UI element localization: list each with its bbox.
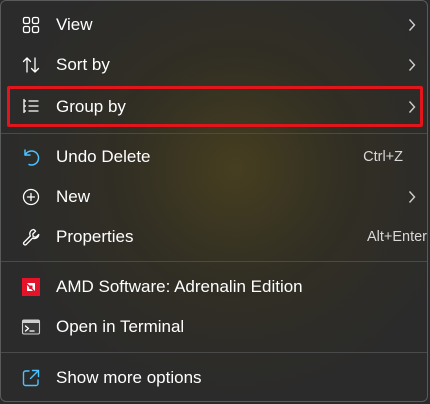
menu-item-label: View xyxy=(56,15,93,34)
sort-arrows-icon xyxy=(22,57,40,73)
menu-item-show-more-options[interactable]: Show more options xyxy=(7,359,423,397)
menu-item-view[interactable]: View xyxy=(7,6,423,44)
context-menu: View Sort by Group by Undo Delete Ctrl+Z… xyxy=(0,0,428,402)
menu-item-label: Open in Terminal xyxy=(56,317,185,336)
wrench-icon xyxy=(22,228,40,246)
terminal-icon xyxy=(21,319,41,335)
menu-item-properties[interactable]: Properties Alt+Enter xyxy=(7,218,427,256)
chevron-right-icon xyxy=(408,191,416,203)
group-list-icon xyxy=(23,98,39,114)
menu-item-label: New xyxy=(56,187,91,206)
grid-icon xyxy=(22,16,40,34)
shortcut-text: Alt+Enter xyxy=(366,229,427,245)
plus-circle-icon xyxy=(22,188,40,206)
separator xyxy=(1,352,427,353)
amd-logo-icon xyxy=(22,278,40,296)
undo-icon xyxy=(24,149,40,166)
shortcut-text: Ctrl+Z xyxy=(363,149,403,165)
menu-item-new[interactable]: New xyxy=(7,178,423,216)
menu-item-sort-by[interactable]: Sort by xyxy=(7,46,423,84)
menu-item-label: Properties xyxy=(56,227,134,246)
chevron-right-icon xyxy=(408,19,416,31)
menu-item-open-in-terminal[interactable]: Open in Terminal xyxy=(7,308,423,346)
menu-item-group-by[interactable]: Group by xyxy=(7,86,423,127)
menu-item-label: Group by xyxy=(56,97,126,116)
chevron-right-icon xyxy=(408,101,416,113)
share-external-icon xyxy=(22,369,40,387)
menu-item-label: Sort by xyxy=(56,55,110,74)
separator xyxy=(1,133,427,134)
separator xyxy=(1,261,427,262)
menu-item-label: Undo Delete xyxy=(56,147,151,166)
menu-item-label: AMD Software: Adrenalin Edition xyxy=(56,277,303,296)
chevron-right-icon xyxy=(408,59,416,71)
menu-item-amd-software[interactable]: AMD Software: Adrenalin Edition xyxy=(7,268,423,306)
menu-item-undo-delete[interactable]: Undo Delete Ctrl+Z xyxy=(7,138,423,176)
menu-item-label: Show more options xyxy=(56,368,202,387)
